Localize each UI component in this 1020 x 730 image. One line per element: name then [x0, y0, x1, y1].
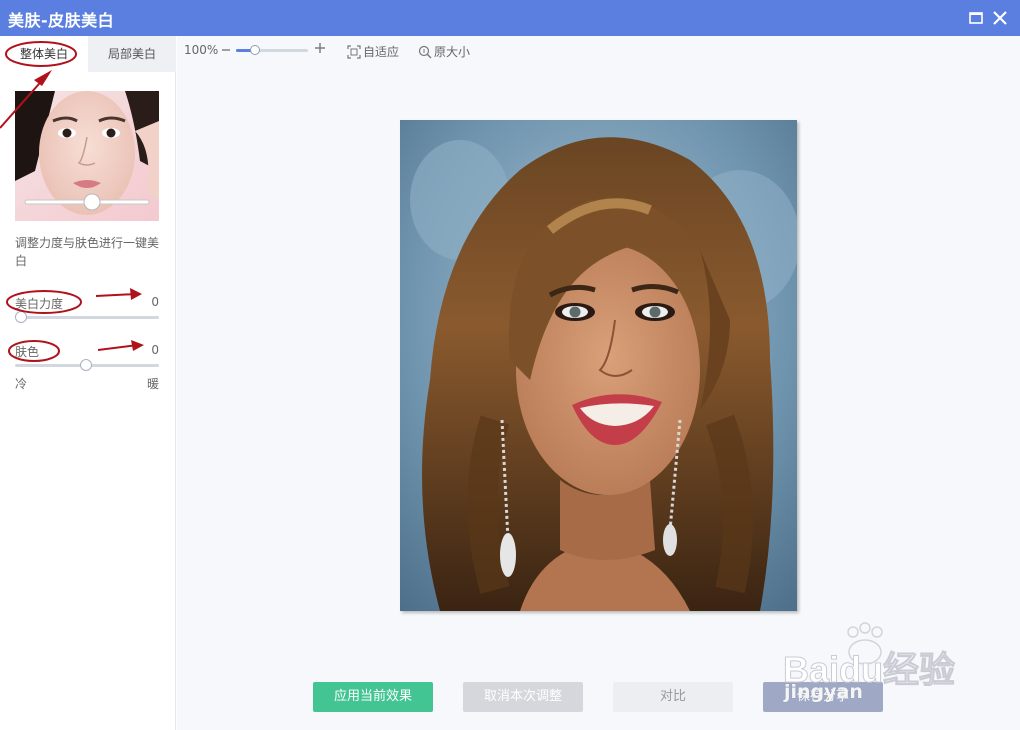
compare-button[interactable]: 对比 [613, 682, 733, 712]
zoom-out-button[interactable] [221, 42, 231, 60]
fit-to-window-label: 自适应 [363, 45, 400, 59]
save-share-button[interactable]: 保存分享 [763, 682, 883, 712]
whitening-strength-thumb[interactable] [15, 311, 27, 323]
zoom-level: 100% [184, 43, 219, 57]
skin-tone-value: 0 [151, 343, 159, 357]
title-bar: 美肤-皮肤美白 [0, 0, 1020, 36]
skin-tone-cold-label: 冷 [15, 377, 28, 391]
close-icon [993, 11, 1007, 25]
original-size-label: 原大小 [434, 45, 471, 59]
whitening-strength-label: 美白力度 [15, 297, 64, 311]
edited-photo [400, 120, 797, 611]
tab-whole-whitening[interactable]: 整体美白 [0, 36, 88, 72]
whitening-description: 调整力度与肤色进行一键美白 [15, 236, 160, 268]
tab-local-whitening[interactable]: 局部美白 [88, 36, 176, 72]
baidu-jingyan-watermark: Baidu经验 [783, 616, 993, 691]
left-panel: 整体美白 局部美白 调整力度与肤色进行一键美白 美白力度 0 肤色 0 冷 暖 [0, 36, 176, 730]
main-canvas-area: 100% 自适应 原大小 应用当前效果 取消本次调整 对比 保存分享 Baidu… [177, 36, 1020, 730]
skin-tone-warm-label: 暖 [147, 377, 160, 391]
whitening-strength-value: 0 [151, 295, 159, 309]
zoom-in-button[interactable] [314, 40, 326, 58]
close-button[interactable] [990, 8, 1010, 28]
maximize-icon [969, 12, 983, 24]
effect-preview-image [15, 91, 159, 221]
plus-icon [315, 43, 325, 53]
watermark-brand-text: Baidu经验 [783, 649, 955, 686]
fit-to-window-button[interactable]: 自适应 [347, 43, 399, 60]
maximize-button[interactable] [966, 8, 986, 28]
original-size-button[interactable]: 原大小 [418, 43, 470, 60]
fit-screen-icon [347, 44, 361, 59]
skin-tone-label: 肤色 [15, 345, 40, 359]
skin-tone-thumb[interactable] [80, 359, 92, 371]
minus-icon [222, 49, 230, 51]
magnifier-icon [418, 45, 432, 58]
apply-effect-button[interactable]: 应用当前效果 [313, 682, 433, 712]
zoom-slider-thumb[interactable] [250, 45, 260, 55]
window-title: 美肤-皮肤美白 [8, 11, 115, 30]
whitening-strength-slider[interactable] [15, 316, 159, 319]
cancel-adjustment-button[interactable]: 取消本次调整 [463, 682, 583, 712]
